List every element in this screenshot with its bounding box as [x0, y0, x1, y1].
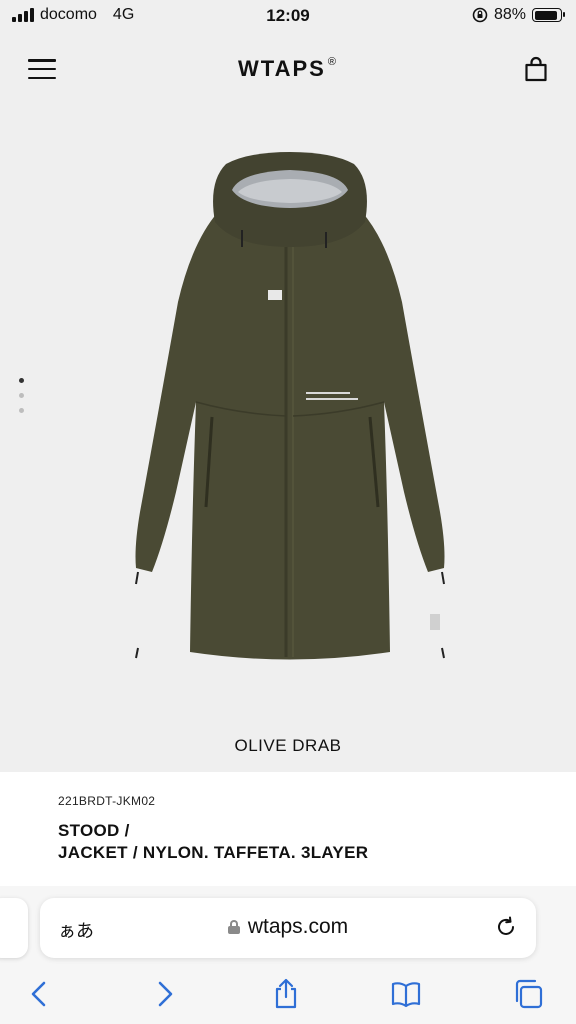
- gallery-dot[interactable]: [19, 378, 24, 383]
- product-title: STOOD / JACKET / NYLON. TAFFETA. 3LAYER: [58, 820, 518, 864]
- gallery-pagination[interactable]: [19, 378, 24, 413]
- bag-icon[interactable]: [524, 56, 548, 82]
- battery-percent: 88%: [493, 6, 526, 23]
- gallery-dot[interactable]: [19, 393, 24, 398]
- orientation-lock-icon: [472, 7, 488, 23]
- browser-toolbar: [0, 978, 576, 1018]
- registered-mark: ®: [327, 56, 338, 68]
- color-name: OLIVE DRAB: [234, 736, 342, 755]
- product-image[interactable]: [100, 152, 480, 662]
- lock-icon: [227, 920, 240, 934]
- status-bar: docomo 4G 12:09 88%: [0, 0, 576, 34]
- product-info: 221BRDT-JKM02 STOOD / JACKET / NYLON. TA…: [0, 772, 576, 886]
- share-icon[interactable]: [270, 978, 302, 1010]
- address-text[interactable]: wtaps.com: [40, 915, 536, 939]
- tabs-icon[interactable]: [512, 978, 544, 1010]
- logo-text: WTAPS: [238, 56, 326, 81]
- site-header: WTAPS ®: [0, 34, 576, 106]
- address-bar[interactable]: ぁあ wtaps.com: [40, 898, 536, 958]
- product-gallery[interactable]: OLIVE DRAB: [0, 106, 576, 770]
- product-sku: 221BRDT-JKM02: [58, 794, 156, 808]
- previous-tab-preview[interactable]: [0, 898, 28, 958]
- site-logo[interactable]: WTAPS ®: [0, 56, 576, 82]
- product-title-line1: STOOD /: [58, 821, 130, 840]
- gallery-dot[interactable]: [19, 408, 24, 413]
- forward-icon[interactable]: [148, 978, 180, 1010]
- status-right: 88%: [472, 6, 565, 24]
- bookmarks-icon[interactable]: [390, 978, 422, 1010]
- reload-icon[interactable]: [494, 915, 518, 939]
- battery-fill: [534, 10, 557, 20]
- browser-bottom-bar: ぁあ wtaps.com: [0, 886, 576, 1024]
- battery-icon: [532, 8, 565, 22]
- back-icon[interactable]: [24, 978, 56, 1010]
- product-title-line2: JACKET / NYLON. TAFFETA. 3LAYER: [58, 843, 369, 862]
- url-text: wtaps.com: [247, 915, 349, 938]
